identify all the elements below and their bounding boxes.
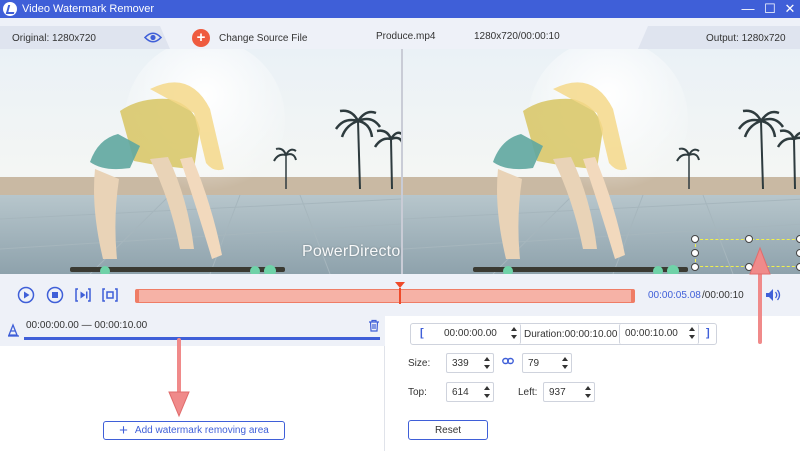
end-time-stepper[interactable] [689,326,696,341]
link-icon[interactable] [502,356,514,366]
trash-icon[interactable] [368,319,380,332]
time-range-editor: [ Duration:00:00:10.00 ] [410,323,717,345]
start-time-field[interactable] [439,324,521,344]
size-label: Size: [408,358,431,369]
start-time-stepper[interactable] [511,326,518,341]
start-time-input[interactable] [444,327,501,340]
current-time: 00:00:05.08 [648,290,701,301]
output-preview[interactable] [403,49,800,274]
minimize-button[interactable]: — [740,1,756,17]
selection-handle[interactable] [745,235,753,243]
output-resolution: Output: 1280x720 [706,33,786,44]
window-title: Video Watermark Remover [22,3,155,15]
selection-handle[interactable] [691,235,699,243]
add-watermark-area-label: Add watermark removing area [134,425,269,436]
height-input[interactable] [528,357,562,370]
removal-area-list: 00:00:00.00 — 00:00:10.00 + Add watermar… [0,316,385,451]
clip-time-range: 00:00:00.00 — 00:00:10.00 [26,320,148,331]
timeline-start-handle[interactable] [136,290,139,302]
set-end-button[interactable]: ] [706,327,710,339]
plus-icon: + [119,422,128,439]
add-watermark-area-button[interactable]: + Add watermark removing area [103,421,285,440]
height-field[interactable] [522,353,572,373]
left-stepper[interactable] [585,385,592,400]
top-label: Top: [408,387,427,398]
selection-handle[interactable] [796,249,800,257]
play-icon[interactable] [17,286,35,304]
top-stepper[interactable] [484,385,491,400]
clip-duration-bar [24,337,380,340]
playhead-line[interactable] [399,288,401,304]
reset-button[interactable]: Reset [408,420,488,440]
top-input[interactable] [452,386,485,399]
eraser-icon [8,323,19,337]
selection-handle[interactable] [691,263,699,271]
timeline-track[interactable] [135,289,635,303]
width-input[interactable] [452,357,485,370]
selection-handle[interactable] [691,249,699,257]
width-field[interactable] [446,353,494,373]
end-time-field[interactable] [619,324,699,344]
file-name: Produce.mp4 [376,31,436,42]
original-preview: PowerDirector [0,49,401,274]
change-source-button[interactable]: + Change Source File [192,28,307,48]
area-settings-panel: [ Duration:00:00:10.00 ] Size: Top: Left… [386,316,800,451]
maximize-button[interactable]: ☐ [762,1,778,17]
change-source-label: Change Source File [219,32,308,44]
selection-handle[interactable] [796,263,800,271]
width-stepper[interactable] [484,356,491,371]
total-time: /00:00:10 [702,290,744,301]
original-resolution: Original: 1280x720 [12,33,96,44]
info-bar: Original: 1280x720 + Change Source File … [0,18,800,49]
top-field[interactable] [446,382,494,402]
file-info: 1280x720/00:00:10 [474,31,560,42]
left-input[interactable] [549,386,584,399]
crop-frame-icon[interactable] [101,286,119,304]
next-frame-icon[interactable] [74,286,92,304]
title-bar: Video Watermark Remover — ☐ ✕ [0,0,800,18]
duration-label: Duration:00:00:10.00 [524,329,618,340]
eye-icon[interactable] [144,32,162,43]
set-start-button[interactable]: [ [420,327,424,339]
left-label: Left: [518,387,538,398]
original-video-frame [0,49,401,274]
clip-row[interactable]: 00:00:00.00 — 00:00:10.00 [0,316,385,346]
app-logo-icon [3,2,17,16]
plus-icon: + [192,29,210,47]
annotation-arrow-down-icon [168,338,190,418]
watermark-text: PowerDirector [302,243,401,260]
selection-handle[interactable] [796,235,800,243]
close-button[interactable]: ✕ [782,1,798,17]
annotation-arrow-up-icon [749,246,771,344]
timeline-end-handle[interactable] [631,290,634,302]
height-stepper[interactable] [562,356,569,371]
stop-icon[interactable] [46,286,64,304]
left-field[interactable] [543,382,595,402]
playback-bar: 00:00:05.08 /00:00:10 [0,274,800,316]
end-time-input[interactable] [625,327,680,340]
